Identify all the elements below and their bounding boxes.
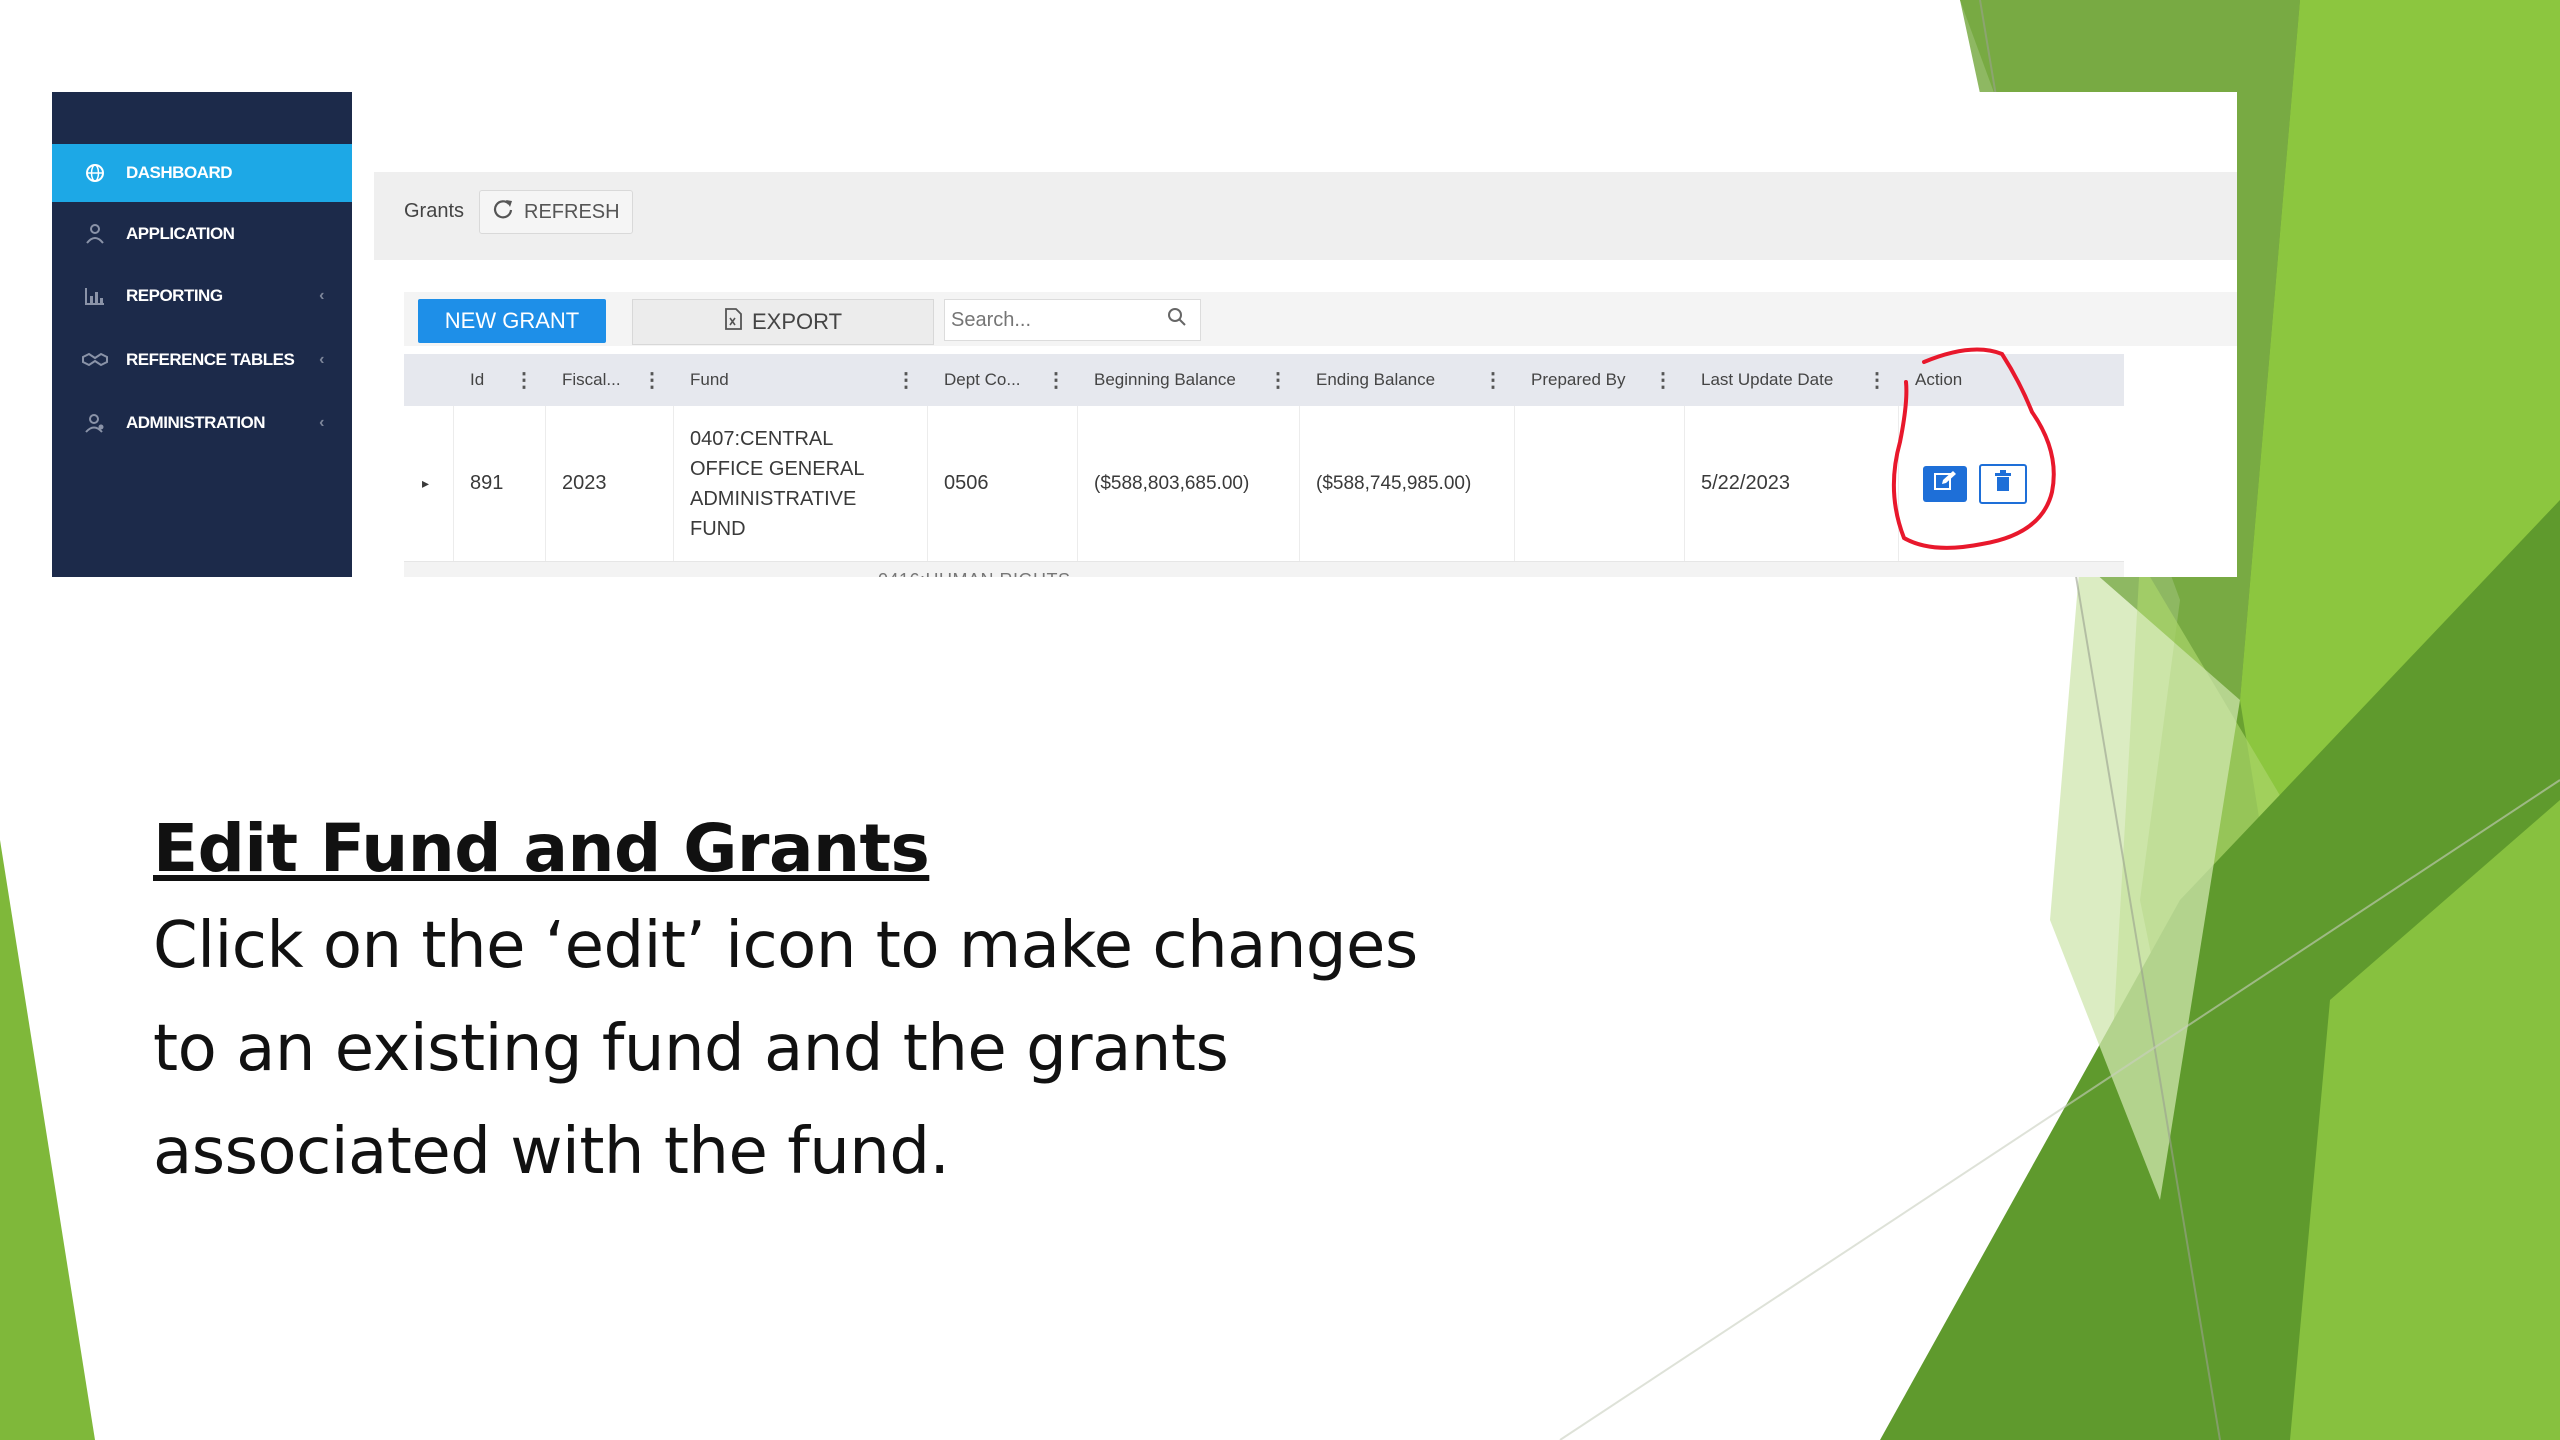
cell-fiscal: 2023 [546, 406, 674, 561]
search-input[interactable] [949, 307, 1163, 333]
refresh-icon [492, 198, 514, 226]
search-icon[interactable] [1167, 307, 1187, 333]
refresh-label: REFRESH [524, 200, 620, 223]
chevron-left-icon: ‹ [319, 351, 324, 368]
body-line: Click on the ‘edit’ icon to make changes [153, 909, 1418, 983]
column-menu-icon[interactable]: ⋮ [514, 368, 534, 393]
page-title: Grants [404, 200, 465, 222]
chevron-left-icon: ‹ [319, 287, 324, 304]
slide-caption: Edit Fund and Grants Click on the ‘edit’… [153, 810, 1653, 1204]
column-menu-icon[interactable]: ⋮ [1653, 368, 1673, 393]
annotation-circle [1891, 347, 2056, 550]
table-row[interactable]: ▸ 891 2023 0407:CENTRAL OFFICE GENERAL A… [404, 406, 2124, 562]
sidebar-item-reporting[interactable]: REPORTING ‹ [52, 267, 352, 325]
export-button[interactable]: EXPORT [632, 299, 934, 345]
grants-table: Id ⋮ Fiscal... ⋮ Fund ⋮ Dept Co... ⋮ Beginni… [404, 354, 2124, 577]
cell-beginning-balance: ($588,803,685.00) [1078, 406, 1300, 561]
column-menu-icon[interactable]: ⋮ [1483, 368, 1503, 393]
chart-icon [80, 285, 110, 307]
export-icon [724, 308, 742, 336]
column-header-fiscal[interactable]: Fiscal... ⋮ [546, 368, 674, 393]
sidebar-item-administration[interactable]: ADMINISTRATION ‹ [52, 394, 352, 452]
column-menu-icon[interactable]: ⋮ [1268, 368, 1288, 393]
sidebar-item-label: REFERENCE TABLES [126, 350, 295, 369]
export-label: EXPORT [751, 309, 843, 334]
slide-body: Click on the ‘edit’ icon to make changes… [153, 895, 1653, 1204]
globe-icon [80, 162, 110, 184]
column-header-ending-balance[interactable]: Ending Balance ⋮ [1300, 368, 1515, 393]
cell-id: 891 [454, 406, 546, 561]
cell-fund: 0407:CENTRAL OFFICE GENERAL ADMINISTRATI… [674, 406, 928, 561]
app-screenshot: DASHBOARD APPLICATION REPORTING ‹ REFERE… [52, 92, 2237, 577]
column-header-beginning-balance[interactable]: Beginning Balance ⋮ [1078, 368, 1300, 393]
sidebar-item-label: APPLICATION [126, 224, 235, 243]
cell-dept-code: 0506 [928, 406, 1078, 561]
cell-prepared-by [1515, 406, 1685, 561]
slide-heading: Edit Fund and Grants [153, 810, 930, 887]
sidebar-item-application[interactable]: APPLICATION [52, 205, 352, 263]
cell-fund: 0416:HUMAN RIGHTS [878, 562, 1071, 577]
admin-icon [80, 412, 110, 434]
column-header-fund[interactable]: Fund ⋮ [674, 368, 928, 393]
table-row[interactable]: 0416:HUMAN RIGHTS [404, 562, 2124, 577]
sidebar-item-dashboard[interactable]: DASHBOARD [52, 144, 352, 202]
sidebar: DASHBOARD APPLICATION REPORTING ‹ REFERE… [52, 92, 352, 577]
chevron-left-icon: ‹ [319, 414, 324, 431]
page-header: Grants REFRESH [374, 172, 2237, 260]
body-line: to an existing fund and the grants [153, 1012, 1229, 1086]
person-icon [80, 223, 110, 245]
cell-last-update-date: 5/22/2023 [1685, 406, 1899, 561]
sidebar-item-label: DASHBOARD [126, 163, 233, 182]
refresh-button[interactable]: REFRESH [479, 190, 633, 234]
sidebar-item-label: ADMINISTRATION [126, 413, 266, 432]
column-menu-icon[interactable]: ⋮ [1046, 368, 1066, 393]
new-grant-button[interactable]: NEW GRANT [418, 299, 606, 343]
expand-row-icon[interactable]: ▸ [404, 406, 454, 561]
body-line: associated with the fund. [153, 1115, 950, 1189]
column-header-dept-code[interactable]: Dept Co... ⋮ [928, 368, 1078, 393]
column-menu-icon[interactable]: ⋮ [642, 368, 662, 393]
column-header-id[interactable]: Id ⋮ [454, 368, 546, 393]
table-header: Id ⋮ Fiscal... ⋮ Fund ⋮ Dept Co... ⋮ Beginni… [404, 354, 2124, 406]
column-header-last-update-date[interactable]: Last Update Date ⋮ [1685, 370, 1899, 392]
cell-ending-balance: ($588,745,985.00) [1300, 406, 1515, 561]
sidebar-item-reference-tables[interactable]: REFERENCE TABLES ‹ [52, 331, 352, 389]
handshake-icon [80, 349, 110, 371]
column-menu-icon[interactable]: ⋮ [896, 368, 916, 393]
search-field[interactable] [944, 299, 1201, 341]
column-header-prepared-by[interactable]: Prepared By ⋮ [1515, 368, 1685, 393]
sidebar-item-label: REPORTING [126, 286, 223, 305]
